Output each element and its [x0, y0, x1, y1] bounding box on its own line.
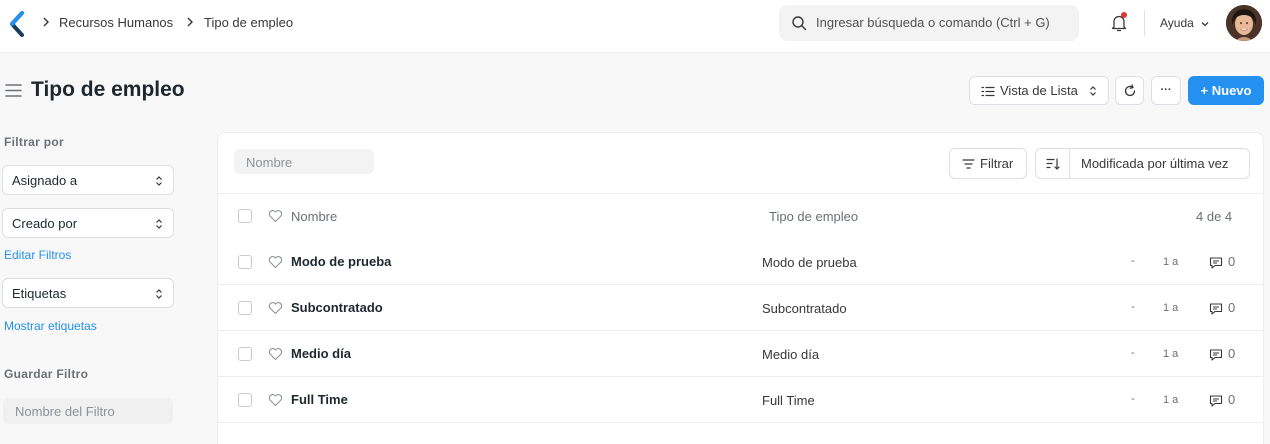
- heart-icon[interactable]: [268, 393, 283, 407]
- new-button[interactable]: + Nuevo: [1188, 76, 1264, 105]
- help-dropdown[interactable]: Ayuda: [1160, 16, 1194, 30]
- select-arrows-icon: [156, 219, 162, 229]
- more-actions-button[interactable]: ···: [1151, 76, 1181, 105]
- filter-icon: [962, 159, 975, 169]
- sort-divider: [1069, 149, 1070, 178]
- user-avatar[interactable]: [1226, 5, 1262, 41]
- filter-name-input[interactable]: Nombre del Filtro: [3, 398, 173, 424]
- heart-icon[interactable]: [268, 255, 283, 269]
- tags-select[interactable]: Etiquetas: [2, 278, 174, 308]
- select-all-checkbox[interactable]: [238, 209, 252, 223]
- row-name-link[interactable]: Full Time: [291, 392, 348, 407]
- select-arrows-icon: [156, 289, 162, 299]
- row-type: Full Time: [762, 393, 815, 408]
- row-comment-count: 0: [1228, 346, 1236, 361]
- breadcrumb-recursos-humanos[interactable]: Recursos Humanos: [59, 15, 173, 30]
- divider: [1144, 10, 1145, 36]
- name-filter-input[interactable]: Nombre: [234, 149, 374, 174]
- heart-icon[interactable]: [268, 301, 283, 315]
- list-panel: Nombre Filtrar Modificada por última vez…: [217, 132, 1265, 444]
- tags-label: Etiquetas: [12, 286, 67, 301]
- column-header-type: Tipo de empleo: [769, 209, 859, 224]
- select-arrows-icon: [156, 176, 162, 186]
- filter-button[interactable]: Filtrar: [949, 148, 1027, 179]
- filter-by-label: Filtrar por: [4, 135, 64, 149]
- row-type: Subcontratado: [762, 301, 847, 316]
- sort-field-label[interactable]: Modificada por última vez: [1081, 156, 1228, 171]
- heart-icon[interactable]: [268, 347, 283, 361]
- row-type: Modo de prueba: [762, 255, 857, 270]
- created-by-label: Creado por: [12, 216, 78, 231]
- sort-control[interactable]: Modificada por última vez: [1035, 148, 1250, 179]
- row-checkbox[interactable]: [238, 347, 252, 361]
- divider: [218, 284, 1265, 285]
- row-name-link[interactable]: Medio día: [291, 346, 351, 361]
- row-checkbox[interactable]: [238, 301, 252, 315]
- refresh-button[interactable]: [1115, 76, 1144, 105]
- notification-dot: [1121, 12, 1127, 18]
- view-selector-label: Vista de Lista: [1000, 83, 1078, 98]
- edit-filters-link[interactable]: Editar Filtros: [4, 248, 71, 262]
- divider: [218, 330, 1265, 331]
- select-arrows-icon: [1090, 86, 1096, 96]
- row-comment-count: 0: [1228, 392, 1236, 407]
- record-count: 4 de 4: [1196, 209, 1233, 224]
- avatar-photo-icon: [1226, 5, 1262, 41]
- row-type: Medio día: [762, 347, 820, 362]
- breadcrumb-chevron-icon: [43, 17, 49, 27]
- list-icon: [981, 86, 995, 97]
- row-modified: 1 a: [1163, 302, 1179, 314]
- filter-name-placeholder: Nombre del Filtro: [15, 404, 115, 419]
- column-header-name: Nombre: [291, 209, 338, 224]
- row-comment-count: 0: [1228, 300, 1236, 315]
- search-icon: [792, 16, 807, 31]
- row-checkbox[interactable]: [238, 255, 252, 269]
- assigned-to-label: Asignado a: [12, 173, 78, 188]
- comment-icon: [1209, 349, 1223, 361]
- divider: [218, 376, 1265, 377]
- chevron-down-icon[interactable]: [1200, 19, 1210, 29]
- comment-icon: [1209, 303, 1223, 315]
- heart-icon[interactable]: [268, 209, 283, 223]
- show-tags-link[interactable]: Mostrar etiquetas: [4, 319, 97, 333]
- name-filter-placeholder: Nombre: [246, 155, 293, 170]
- comment-icon: [1209, 395, 1223, 407]
- search-bar[interactable]: Ingresar búsqueda o comando (Ctrl + G): [779, 5, 1079, 41]
- row-dash: -: [1131, 347, 1135, 359]
- row-dash: -: [1131, 301, 1135, 313]
- row-comment-count: 0: [1228, 254, 1236, 269]
- divider: [218, 193, 1265, 194]
- row-name-link[interactable]: Subcontratado: [291, 300, 383, 315]
- assigned-to-select[interactable]: Asignado a: [2, 165, 174, 195]
- row-modified: 1 a: [1163, 394, 1179, 406]
- sort-direction-icon[interactable]: [1046, 158, 1060, 170]
- comment-icon: [1209, 257, 1223, 269]
- row-checkbox[interactable]: [238, 393, 252, 407]
- view-selector-button[interactable]: Vista de Lista: [969, 76, 1109, 105]
- created-by-select[interactable]: Creado por: [2, 208, 174, 238]
- filter-button-label: Filtrar: [980, 156, 1014, 171]
- sidebar-toggle-icon[interactable]: [5, 83, 22, 98]
- divider: [218, 422, 1265, 423]
- page-title: Tipo de empleo: [31, 78, 185, 101]
- breadcrumb-chevron-icon: [187, 17, 193, 27]
- app-logo-icon[interactable]: [8, 11, 26, 37]
- refresh-icon: [1124, 84, 1136, 97]
- row-name-link[interactable]: Modo de prueba: [291, 254, 391, 269]
- save-filter-label: Guardar Filtro: [4, 367, 89, 381]
- breadcrumb-tipo-de-empleo[interactable]: Tipo de empleo: [204, 15, 293, 30]
- row-modified: 1 a: [1163, 348, 1179, 360]
- search-input[interactable]: Ingresar búsqueda o comando (Ctrl + G): [816, 15, 1050, 30]
- row-dash: -: [1131, 255, 1135, 267]
- navbar: Recursos Humanos Tipo de empleo Ingresar…: [0, 0, 1270, 53]
- row-modified: 1 a: [1163, 256, 1179, 268]
- row-dash: -: [1131, 393, 1135, 405]
